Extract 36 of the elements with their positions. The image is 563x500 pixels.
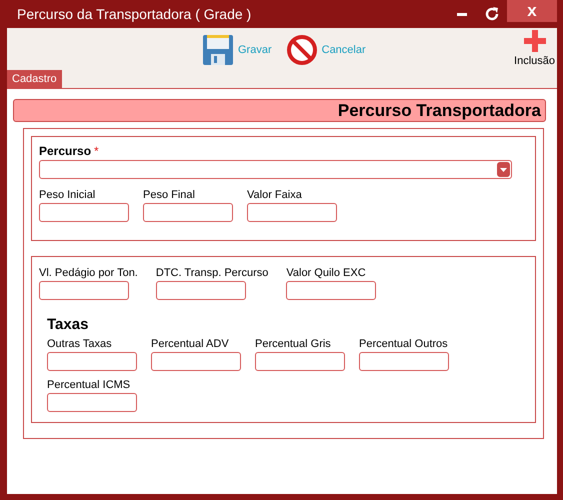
close-button[interactable]: x	[507, 0, 557, 22]
input-field[interactable]	[47, 352, 137, 371]
cancel-button[interactable]: Cancelar	[286, 34, 366, 66]
prohibited-icon	[286, 34, 318, 66]
input-field[interactable]	[47, 393, 137, 412]
input-field[interactable]	[286, 281, 376, 300]
section-header: Percurso Transportadora	[13, 99, 546, 122]
field-label: Percurso	[39, 144, 92, 158]
input-field[interactable]	[247, 203, 337, 222]
field-label: DTC. Transp. Percurso	[156, 267, 268, 279]
field-label: Percentual ICMS	[47, 379, 132, 391]
field-label: Peso Final	[143, 189, 196, 201]
field-label: Outras Taxas	[47, 338, 113, 350]
caret-icon	[497, 162, 510, 177]
save-button[interactable]: Gravar	[202, 34, 272, 66]
add-button[interactable]: Inclusão	[514, 30, 555, 67]
dropdown-field[interactable]	[39, 160, 512, 179]
input-field[interactable]	[39, 281, 129, 300]
field-label: Percentual ADV	[151, 338, 230, 350]
window-title: Percurso da Transportadora ( Grade )	[17, 6, 252, 22]
input-field[interactable]	[156, 281, 246, 300]
input-field[interactable]	[151, 352, 241, 371]
tab[interactable]: Cadastro	[7, 70, 62, 88]
field-label: Percentual Gris	[255, 338, 332, 350]
input-field[interactable]	[39, 203, 129, 222]
field-label: Percentual Outros	[359, 338, 449, 350]
input-field[interactable]	[143, 203, 233, 222]
group-title: Taxas	[47, 316, 90, 333]
field-label: Peso Inicial	[39, 189, 96, 201]
plus-icon	[524, 30, 546, 52]
required-mark: *	[94, 144, 99, 158]
field-label: Valor Quilo EXC	[286, 267, 367, 279]
input-field[interactable]	[255, 352, 345, 371]
input-field[interactable]	[359, 352, 449, 371]
field-label: Vl. Pedágio por Ton.	[39, 267, 138, 279]
field-label: Valor Faixa	[247, 189, 303, 201]
